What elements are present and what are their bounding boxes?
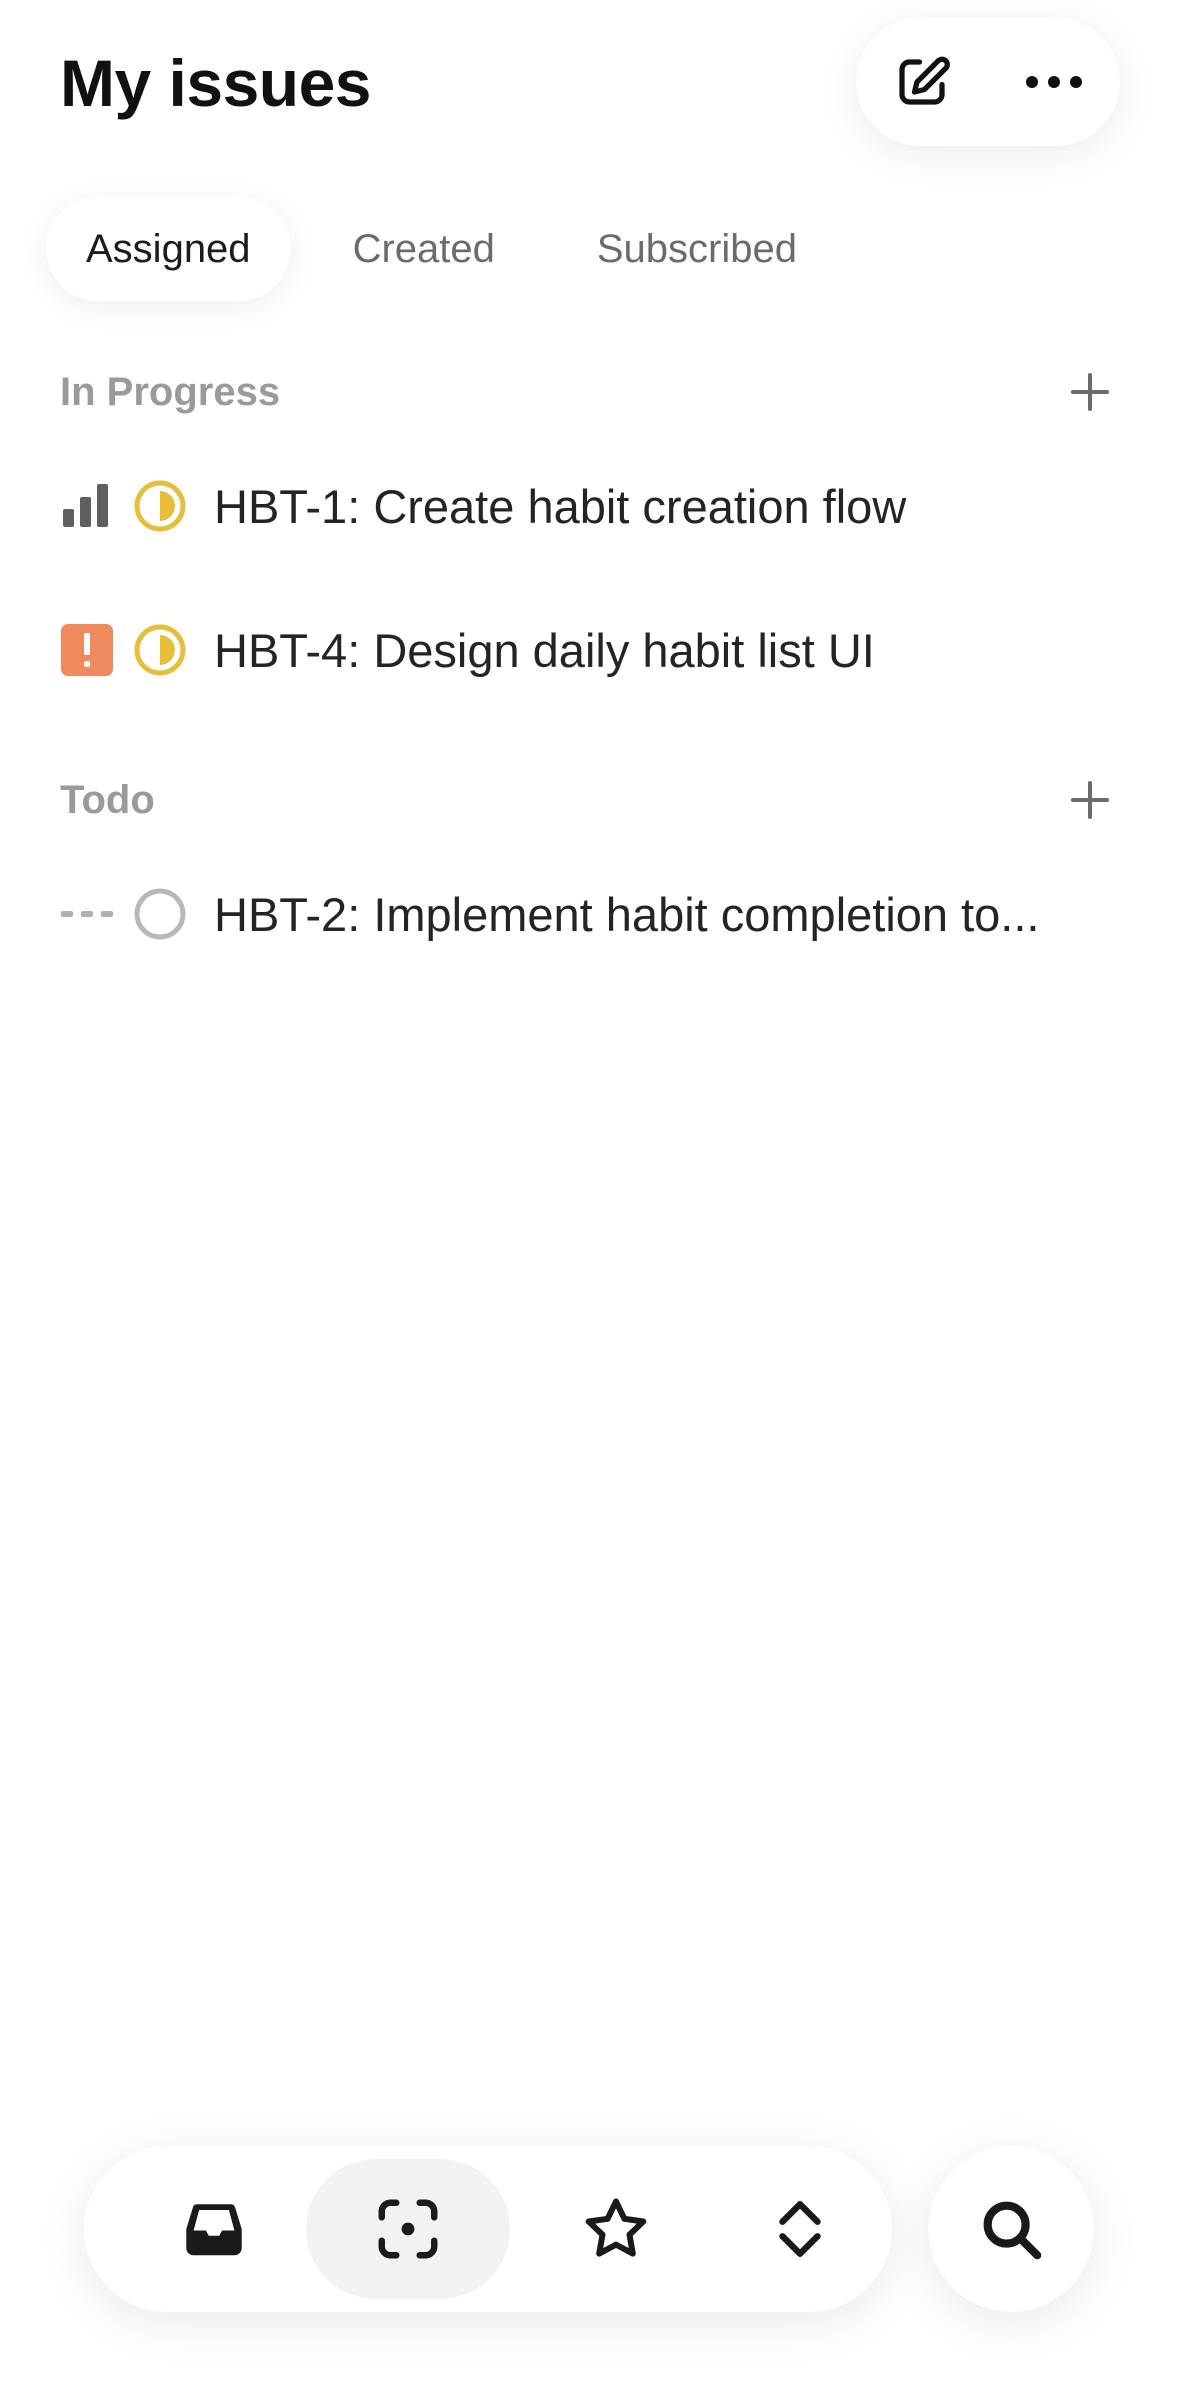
- priority-none-icon: [60, 887, 114, 941]
- issue-title: HBT-4: Design daily habit list UI: [214, 623, 875, 677]
- tab-subscribed[interactable]: Subscribed: [557, 197, 837, 301]
- issue-title: HBT-2: Implement habit completion to...: [214, 887, 1040, 941]
- in-progress-status-icon[interactable]: [132, 622, 188, 678]
- priority-high-icon: [60, 479, 114, 533]
- section-title: In Progress: [60, 369, 281, 414]
- issue-row[interactable]: HBT-2: Implement habit completion to...: [60, 864, 1120, 964]
- section-header-in-progress: In Progress: [60, 362, 1120, 422]
- more-button[interactable]: [1009, 37, 1099, 127]
- tab-teams[interactable]: [730, 2159, 870, 2299]
- bottom-tab-bar: [84, 2146, 892, 2312]
- issue-title: HBT-1: Create habit creation flow: [214, 479, 907, 533]
- tab-favorites[interactable]: [546, 2159, 686, 2299]
- section-header-todo: Todo: [60, 770, 1120, 830]
- issue-filter-tabs: Assigned Created Subscribed: [46, 196, 859, 302]
- star-icon: [585, 2198, 647, 2257]
- inbox-icon: [186, 2204, 242, 2256]
- in-progress-status-icon[interactable]: [132, 478, 188, 534]
- expand-icon: [779, 2201, 821, 2257]
- search-button[interactable]: [928, 2146, 1094, 2312]
- add-issue-button[interactable]: [1060, 770, 1120, 830]
- plus-icon: [1071, 373, 1109, 411]
- search-icon: [983, 2201, 1042, 2260]
- tab-assigned[interactable]: Assigned: [46, 197, 291, 301]
- add-issue-button[interactable]: [1060, 362, 1120, 422]
- tab-created[interactable]: Created: [313, 197, 535, 301]
- priority-urgent-icon: [60, 623, 114, 677]
- plus-icon: [1071, 781, 1109, 819]
- todo-status-icon[interactable]: [132, 886, 188, 942]
- header-actions: [856, 18, 1120, 146]
- issue-row[interactable]: HBT-1: Create habit creation flow: [60, 456, 1120, 556]
- page-title: My issues: [60, 46, 372, 120]
- tab-inbox[interactable]: [144, 2159, 284, 2299]
- more-icon: [1026, 76, 1082, 88]
- compose-icon: [899, 56, 950, 105]
- issue-row[interactable]: HBT-4: Design daily habit list UI: [60, 600, 1120, 700]
- compose-button[interactable]: [877, 37, 967, 127]
- section-title: Todo: [60, 777, 155, 822]
- focus-icon: [378, 2199, 438, 2259]
- tab-focus[interactable]: [306, 2159, 510, 2299]
